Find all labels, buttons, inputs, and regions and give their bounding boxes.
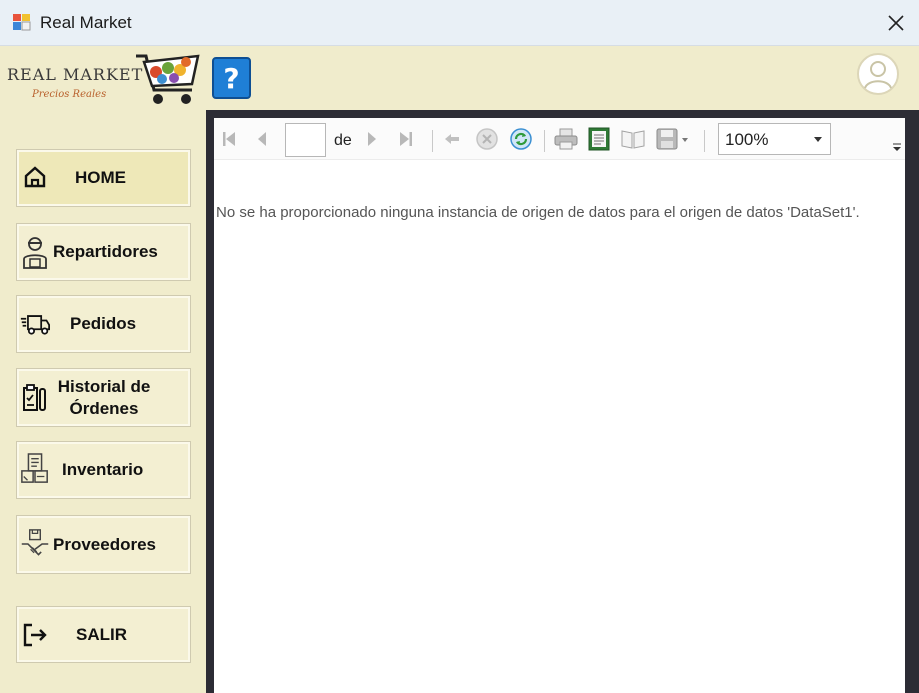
brand-name: REAL MARKET bbox=[7, 65, 144, 84]
report-error-message: No se ha proporcionado ninguna instancia… bbox=[216, 204, 860, 221]
brand-slogan: Precios Reales bbox=[32, 89, 107, 100]
close-button[interactable] bbox=[873, 0, 919, 46]
clipboard-icon bbox=[20, 381, 50, 415]
nav-repartidores-label: Repartidores bbox=[53, 242, 158, 261]
zoom-select[interactable]: 100% bbox=[718, 123, 831, 155]
app-window-icon bbox=[13, 14, 31, 31]
page-of-label: de bbox=[334, 132, 352, 149]
last-page-button[interactable] bbox=[394, 126, 418, 152]
print-icon bbox=[554, 128, 578, 150]
previous-page-button[interactable] bbox=[250, 126, 274, 152]
shopping-cart-icon bbox=[136, 54, 200, 104]
refresh-button[interactable] bbox=[508, 126, 534, 152]
first-page-button[interactable] bbox=[217, 126, 241, 152]
print-button[interactable] bbox=[553, 126, 579, 152]
close-icon bbox=[888, 15, 904, 31]
nav-inventario-label: Inventario bbox=[62, 460, 144, 479]
truck-icon bbox=[20, 307, 50, 341]
print-layout-icon bbox=[588, 127, 610, 151]
back-arrow-icon bbox=[445, 134, 459, 144]
next-page-button[interactable] bbox=[360, 126, 384, 152]
nav-salir-button[interactable]: SALIR bbox=[16, 606, 191, 663]
export-button[interactable] bbox=[654, 126, 692, 152]
stop-button[interactable] bbox=[474, 126, 500, 152]
window-title: Real Market bbox=[40, 13, 132, 32]
page-setup-icon bbox=[621, 130, 645, 149]
toolbar-separator bbox=[544, 130, 545, 152]
nav-repartidores-button[interactable]: Repartidores bbox=[16, 223, 191, 281]
last-page-icon bbox=[400, 132, 412, 146]
inventory-icon bbox=[20, 452, 50, 486]
print-layout-button[interactable] bbox=[586, 126, 612, 152]
report-viewer: de 100% No se ha proporcionado ninguna i… bbox=[214, 118, 905, 693]
zoom-value: 100% bbox=[725, 130, 769, 149]
nav-proveedores-label: Proveedores bbox=[53, 534, 156, 554]
user-avatar-icon[interactable] bbox=[856, 52, 900, 96]
nav-historial-label: Historial de Órdenes bbox=[57, 376, 151, 418]
nav-inventario-button[interactable]: Inventario bbox=[16, 441, 191, 499]
chevron-down-icon bbox=[814, 137, 822, 142]
report-toolbar: de 100% bbox=[214, 118, 905, 160]
nav-pedidos-button[interactable]: Pedidos bbox=[16, 295, 191, 353]
stop-icon bbox=[476, 128, 498, 150]
home-icon bbox=[20, 160, 50, 194]
exit-icon bbox=[20, 618, 50, 652]
handshake-icon bbox=[20, 527, 50, 561]
current-page-input[interactable] bbox=[285, 123, 326, 157]
report-viewer-frame: de 100% No se ha proporcionado ninguna i… bbox=[206, 110, 919, 693]
previous-page-icon bbox=[258, 132, 266, 146]
help-button[interactable]: ? bbox=[212, 57, 251, 99]
toolbar-overflow-icon[interactable] bbox=[892, 142, 902, 152]
page-setup-button[interactable] bbox=[619, 126, 647, 152]
back-button[interactable] bbox=[440, 126, 464, 152]
toolbar-separator bbox=[704, 130, 705, 152]
brand-logo: REAL MARKET Precios Reales bbox=[4, 48, 204, 110]
refresh-icon bbox=[510, 128, 532, 150]
nav-proveedores-button[interactable]: Proveedores bbox=[16, 515, 191, 574]
nav-salir-label: SALIR bbox=[76, 624, 127, 644]
nav-historial-button[interactable]: Historial de Órdenes bbox=[16, 368, 191, 427]
toolbar-separator bbox=[432, 130, 433, 152]
nav-home-button[interactable]: HOME bbox=[16, 149, 191, 207]
nav-home-label: HOME bbox=[75, 168, 126, 187]
first-page-icon bbox=[223, 132, 235, 146]
next-page-icon bbox=[368, 132, 376, 146]
title-bar: Real Market bbox=[0, 0, 919, 46]
delivery-person-icon bbox=[20, 235, 50, 269]
nav-pedidos-label: Pedidos bbox=[70, 314, 137, 333]
export-save-icon bbox=[656, 128, 688, 150]
